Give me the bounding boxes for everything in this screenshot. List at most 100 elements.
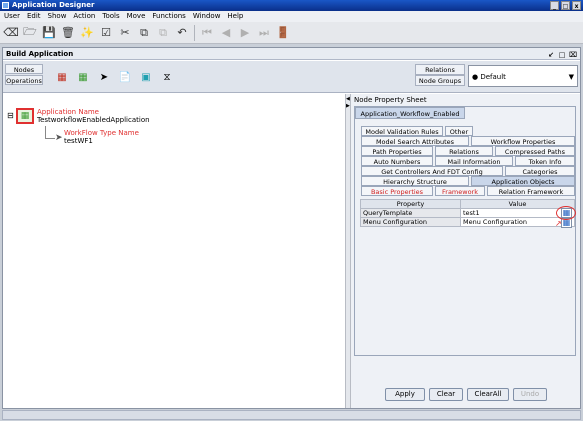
tab-framework[interactable]: Framework xyxy=(435,186,485,196)
workflow-type-label: WorkFlow Type Name xyxy=(64,129,139,137)
tool-icon[interactable]: ✨ xyxy=(79,25,95,41)
tree-panel: ⊟ ▦ Application Name TestworkflowEnabled… xyxy=(3,94,345,408)
validate-icon[interactable]: ☑ xyxy=(98,25,114,41)
menu-show[interactable]: Show xyxy=(48,11,67,22)
highlight-circle xyxy=(556,206,576,220)
maximize-frame-icon[interactable]: □ xyxy=(557,49,567,61)
table-row[interactable]: Menu Configuration Menu Configuration xyxy=(360,217,575,227)
application-node-icon[interactable]: ▦ xyxy=(55,70,69,84)
palette-bar: Nodes Operations ▦ ▦ ➤ 📄 ▣ ⧖ Relations N… xyxy=(3,61,580,93)
tab-auto-numbers[interactable]: Auto Numbers xyxy=(361,156,433,166)
delete-icon[interactable]: 🗑 xyxy=(60,25,76,41)
tab-application-workflow-enabled[interactable]: Application_Workflow_Enabled xyxy=(355,107,465,119)
tab-node-groups[interactable]: Node Groups xyxy=(415,75,465,86)
column-header-value: Value xyxy=(460,199,575,209)
tab-mail-information[interactable]: Mail Information xyxy=(435,156,513,166)
status-bar xyxy=(2,410,581,420)
copy-icon[interactable]: ⧉ xyxy=(136,25,152,41)
close-button[interactable]: x xyxy=(572,1,581,10)
paste-icon[interactable]: ⧉ xyxy=(155,25,171,41)
menu-user[interactable]: User xyxy=(4,11,20,22)
undo-button[interactable]: Undo xyxy=(513,388,547,401)
window-title-bar: Application Designer _ □ x xyxy=(0,0,583,11)
previous-icon[interactable]: ◀ xyxy=(218,25,234,41)
application-node-icon[interactable]: ▦ xyxy=(16,108,34,124)
toolbar-separator xyxy=(194,24,195,41)
minimize-button[interactable]: _ xyxy=(550,1,559,10)
property-cell: Menu Configuration xyxy=(360,217,461,227)
first-icon[interactable]: ⏮ xyxy=(199,25,215,41)
window-title: Application Designer xyxy=(12,1,95,9)
minimize-frame-icon[interactable]: ↙ xyxy=(546,49,556,61)
tab-token-info[interactable]: Token Info xyxy=(515,156,575,166)
tab-other[interactable]: Other xyxy=(445,126,473,136)
undo-icon[interactable]: ↶ xyxy=(174,25,190,41)
application-name-label: Application Name xyxy=(37,108,99,116)
frame-title-text: Build Application xyxy=(6,50,74,58)
split-right-arrow-icon[interactable]: ▶ xyxy=(346,103,350,109)
last-icon[interactable]: ⏭ xyxy=(256,25,272,41)
tab-hierarchy-structure[interactable]: Hierarchy Structure xyxy=(361,176,469,186)
properties-table: Property Value QueryTemplate test1 Menu … xyxy=(360,199,575,227)
node-property-sheet: Node Property Sheet Application_Workflow… xyxy=(351,94,580,408)
maximize-button[interactable]: □ xyxy=(561,1,570,10)
tab-nodes[interactable]: Nodes xyxy=(5,64,43,74)
workflow-type-value[interactable]: testWF1 xyxy=(64,137,93,145)
tab-categories[interactable]: Categories xyxy=(505,166,575,176)
app-icon xyxy=(2,2,9,9)
tree-connector xyxy=(45,126,46,138)
save-icon[interactable]: 💾 xyxy=(41,25,57,41)
chevron-down-icon[interactable]: ▼ xyxy=(569,66,574,88)
tab-relation-framework[interactable]: Relation Framework xyxy=(487,186,575,196)
tab-path-properties[interactable]: Path Properties xyxy=(361,146,433,156)
default-dropdown-value: ● Default xyxy=(472,73,506,81)
tab-operations[interactable]: Operations xyxy=(5,75,43,85)
menu-tools[interactable]: Tools xyxy=(102,11,119,22)
tab-application-objects[interactable]: Application Objects xyxy=(471,176,575,186)
table-row[interactable]: QueryTemplate test1 xyxy=(360,208,575,218)
relation-node-icon[interactable]: ⧖ xyxy=(160,70,174,84)
application-name-value[interactable]: TestworkflowEnabledApplication xyxy=(37,116,150,124)
tab-model-search-attributes[interactable]: Model Search Attributes xyxy=(361,136,469,146)
split-left-arrow-icon[interactable]: ◀ xyxy=(346,96,350,102)
property-cell: QueryTemplate xyxy=(360,208,461,218)
tab-relations[interactable]: Relations xyxy=(415,64,465,75)
open-folder-icon[interactable]: 🗁 xyxy=(22,25,38,41)
workflow-arrow-icon[interactable]: ➤ xyxy=(55,133,63,143)
arrow-node-icon[interactable]: ➤ xyxy=(97,70,111,84)
next-icon[interactable]: ▶ xyxy=(237,25,253,41)
clear-all-button[interactable]: ClearAll xyxy=(467,388,509,401)
menu-functions[interactable]: Functions xyxy=(152,11,185,22)
collapse-toggle-icon[interactable]: ⊟ xyxy=(7,111,14,120)
menu-bar: User Edit Show Action Tools Move Functio… xyxy=(0,11,583,22)
cut-icon[interactable]: ✂ xyxy=(117,25,133,41)
tab-workflow-properties[interactable]: Workflow Properties xyxy=(471,136,575,146)
tab-get-controllers[interactable]: Get Controllers And FDT Config xyxy=(361,166,503,176)
tree-connector xyxy=(45,138,55,139)
workflow-node-icon[interactable]: ▦ xyxy=(76,70,90,84)
frame-title: Build Application ↙ □ ⌧ xyxy=(3,48,580,60)
build-application-frame: Build Application ↙ □ ⌧ Nodes Operations… xyxy=(2,47,581,409)
tab-compressed-paths[interactable]: Compressed Paths xyxy=(495,146,575,156)
default-dropdown[interactable]: ● Default ▼ xyxy=(468,65,578,87)
document-node-icon[interactable]: 📄 xyxy=(118,70,132,84)
menu-move[interactable]: Move xyxy=(127,11,146,22)
table-header-row: Property Value xyxy=(360,199,575,209)
column-header-property: Property xyxy=(360,199,461,209)
menu-action[interactable]: Action xyxy=(73,11,95,22)
clear-button[interactable]: Clear xyxy=(429,388,463,401)
eraser-icon[interactable]: ⌫ xyxy=(3,25,19,41)
teal-node-icon[interactable]: ▣ xyxy=(139,70,153,84)
toolbar: ⌫ 🗁 💾 🗑 ✨ ☑ ✂ ⧉ ⧉ ↶ ⏮ ◀ ▶ ⏭ 🚪 xyxy=(0,22,583,44)
tab-model-validation-rules[interactable]: Model Validation Rules xyxy=(361,126,443,136)
exit-icon[interactable]: 🚪 xyxy=(275,25,291,41)
apply-button[interactable]: Apply xyxy=(385,388,425,401)
menu-edit[interactable]: Edit xyxy=(27,11,41,22)
red-arrow-icon: ↗ xyxy=(555,219,562,228)
menu-help[interactable]: Help xyxy=(227,11,243,22)
menu-window[interactable]: Window xyxy=(193,11,221,22)
tab-relations-prop[interactable]: Relations xyxy=(435,146,493,156)
close-frame-icon[interactable]: ⌧ xyxy=(568,49,578,61)
tab-basic-properties[interactable]: Basic Properties xyxy=(361,186,433,196)
property-sheet-title: Node Property Sheet xyxy=(354,96,427,104)
